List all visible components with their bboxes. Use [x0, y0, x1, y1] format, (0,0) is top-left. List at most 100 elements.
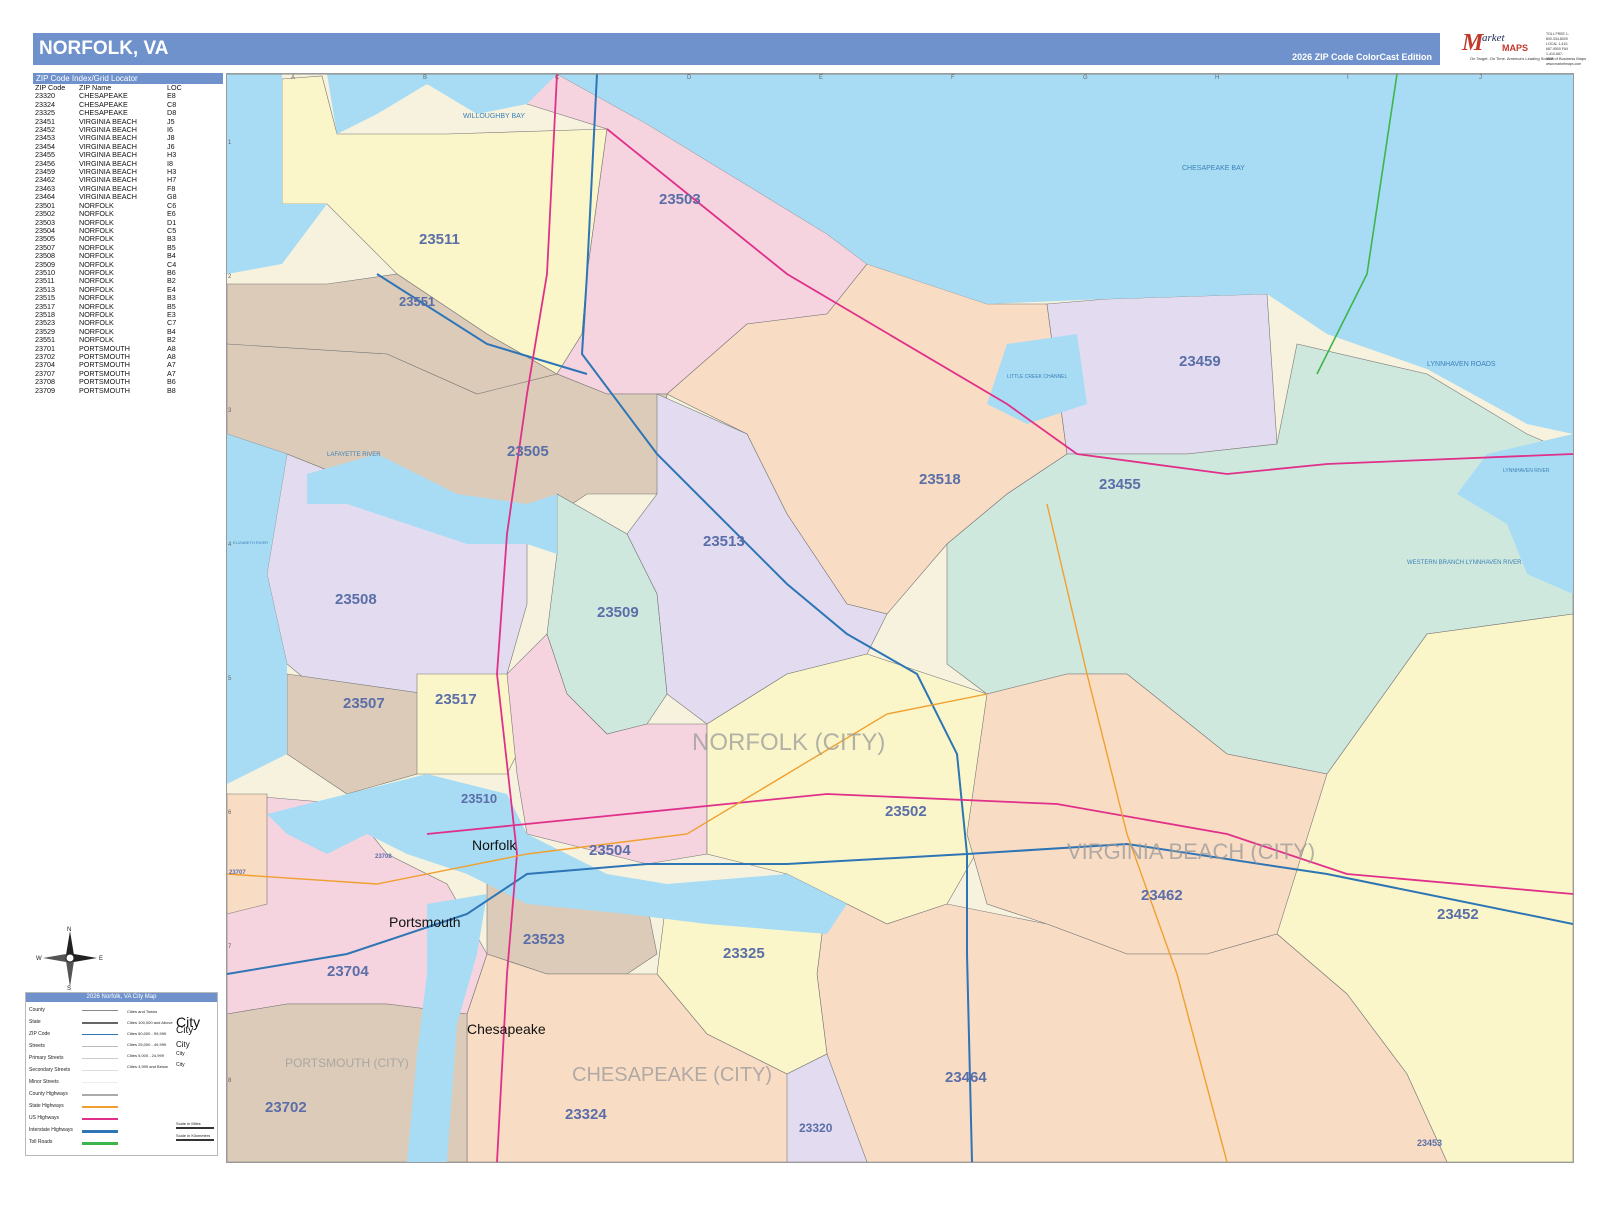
- zip-index-row: 23709 PORTSMOUTH B8: [35, 385, 182, 395]
- zip-index-panel: ZIP Code Index/Grid Locator ZIP Code ZIP…: [33, 73, 223, 413]
- legend-item-label: Interstate Highways: [29, 1127, 73, 1133]
- zip-label-23707: 23707: [229, 870, 246, 876]
- legend-city-sample: City: [176, 1040, 190, 1049]
- zip-label-23704: 23704: [327, 963, 369, 980]
- grid-row-label: 7: [228, 944, 232, 950]
- legend-line-swatch: [82, 1082, 118, 1083]
- logo-m: M: [1462, 30, 1484, 56]
- grid-col-label: C: [555, 75, 560, 81]
- zip-label-23320: 23320: [799, 1121, 833, 1135]
- legend-city-class: Cities 4,999 and Below: [127, 1064, 168, 1069]
- city-label-portsmouth-city: PORTSMOUTH (CITY): [285, 1056, 409, 1070]
- zip-label-23452: 23452: [1437, 906, 1479, 923]
- legend-city-class: Cities 25,000 - 49,999: [127, 1042, 167, 1047]
- water-label-lafayette-river: LAFAYETTE RIVER: [327, 452, 381, 458]
- zip-label-23511: 23511: [419, 231, 460, 248]
- zip-label-23551: 23551: [399, 294, 435, 309]
- grid-col-label: J: [1479, 75, 1482, 81]
- zip-label-23455: 23455: [1099, 476, 1141, 493]
- logo-maps: MAPS: [1502, 43, 1529, 53]
- legend-city-class: Cities 100,000 and Above: [127, 1020, 173, 1025]
- zip-label-23517: 23517: [435, 691, 477, 708]
- compass-w: W: [36, 956, 42, 962]
- legend-item-label: Secondary Streets: [29, 1067, 71, 1073]
- city-label-norfolk: Norfolk: [472, 837, 517, 853]
- legend-line-swatch: [82, 1118, 118, 1120]
- zip-label-23462: 23462: [1141, 887, 1183, 904]
- city-label-chesapeake: Chesapeake: [467, 1021, 546, 1037]
- zip-label-23708: 23708: [375, 854, 392, 860]
- legend-item-label: County Highways: [29, 1091, 68, 1097]
- water-label-chesapeake-bay: CHESAPEAKE BAY: [1182, 165, 1245, 172]
- legend-item-label: Primary Streets: [29, 1055, 64, 1061]
- title-bar: NORFOLK, VA 2026 ZIP Code ColorCast Edit…: [33, 33, 1440, 65]
- legend-line-swatch: [82, 1058, 118, 1059]
- legend-item-label: US Highways: [29, 1115, 60, 1121]
- legend-item-label: County: [29, 1007, 45, 1013]
- edition-label: 2026 ZIP Code ColorCast Edition: [1292, 52, 1432, 62]
- water-label-little-creek: LITTLE CREEK CHANNEL: [1007, 374, 1068, 380]
- legend-line-swatch: [82, 1034, 118, 1035]
- grid-col-label: I: [1347, 75, 1349, 81]
- legend-city-sample: City: [176, 1062, 185, 1068]
- map-area[interactable]: 23503 23511 23551 23459 23505 23518 2345…: [226, 73, 1574, 1163]
- scale-bar-km: [176, 1139, 214, 1141]
- logo-contact: TOLL FREE 1-800-334-8000 LOCAL 1-410-667…: [1546, 32, 1582, 66]
- grid-row-label: 5: [228, 676, 232, 682]
- legend-line-swatch: [82, 1046, 118, 1047]
- zip-label-23518: 23518: [919, 471, 961, 488]
- legend-line-swatch: [82, 1106, 118, 1108]
- legend-line-swatch: [82, 1070, 118, 1071]
- legend-item-label: Toll Roads: [29, 1139, 53, 1145]
- legend-city-sample: City: [176, 1051, 185, 1057]
- legend-item-label: Streets: [29, 1043, 45, 1049]
- compass-s: S: [67, 986, 71, 990]
- legend-city-class: Cities and Towns: [127, 1009, 158, 1014]
- zip-label-23459: 23459: [1179, 353, 1221, 370]
- legend-item-label: Minor Streets: [29, 1079, 59, 1085]
- water-label-elizabeth-river: ELIZABETH RIVER: [233, 540, 268, 545]
- legend-city-sample: City: [176, 1025, 194, 1036]
- city-label-virginia-beach-city: VIRGINIA BEACH (CITY): [1067, 839, 1315, 864]
- grid-col-label: E: [819, 75, 824, 81]
- water-label-lynnhaven-river: LYNNHAVEN RIVER: [1503, 468, 1550, 474]
- grid-row-label: 3: [228, 408, 232, 414]
- city-label-portsmouth: Portsmouth: [389, 914, 461, 930]
- zip-label-23505: 23505: [507, 443, 549, 460]
- legend-line-swatch: [82, 1022, 118, 1024]
- scale-bar-miles: [176, 1127, 214, 1129]
- zip-label-23503: 23503: [659, 191, 701, 208]
- zip-label-23513: 23513: [703, 533, 745, 550]
- map-title: NORFOLK, VA: [39, 38, 169, 59]
- water-label-lynnhaven-roads: LYNNHAVEN ROADS: [1427, 361, 1496, 368]
- legend-line-swatch: [82, 1094, 118, 1096]
- city-label-chesapeake-city: CHESAPEAKE (CITY): [572, 1064, 772, 1086]
- zip-code-cell: 23709: [35, 385, 55, 395]
- legend-item-label: State: [29, 1019, 41, 1025]
- zip-index-table: ZIP Code ZIP Name LOC 23320 CHESAPEAKE E8 2…: [35, 83, 182, 395]
- grid-row-label: 1: [228, 140, 232, 146]
- water-label-western-branch: WESTERN BRANCH LYNNHAVEN RIVER: [1407, 560, 1522, 566]
- zip-label-23504: 23504: [589, 842, 631, 859]
- zip-label-23702: 23702: [265, 1099, 307, 1116]
- zip-label-23502: 23502: [885, 803, 927, 820]
- compass-e: E: [99, 956, 103, 962]
- zip-label-23523: 23523: [523, 931, 565, 948]
- grid-col-label: G: [1083, 75, 1088, 81]
- legend-item-label: State Highways: [29, 1103, 64, 1109]
- loc-cell: B8: [167, 385, 176, 395]
- zip-label-23508: 23508: [335, 591, 377, 608]
- grid-row-label: 6: [228, 810, 232, 816]
- market-maps-logo: M arket MAPS On Target. On Time. America…: [1462, 30, 1586, 68]
- legend-city-class: Cities 5,000 - 24,999: [127, 1053, 164, 1058]
- legend-item-label: ZIP Code: [29, 1031, 51, 1037]
- zip-name-cell: PORTSMOUTH: [79, 385, 130, 395]
- grid-row-label: 2: [228, 274, 232, 280]
- zip-label-23507: 23507: [343, 695, 385, 712]
- compass-n: N: [67, 927, 71, 933]
- city-label-norfolk-city: NORFOLK (CITY): [692, 729, 885, 756]
- zone-23707: [227, 793, 268, 915]
- grid-col-label: H: [1215, 75, 1220, 81]
- zip-label-23464: 23464: [945, 1069, 987, 1086]
- zip-label-23510: 23510: [461, 791, 497, 806]
